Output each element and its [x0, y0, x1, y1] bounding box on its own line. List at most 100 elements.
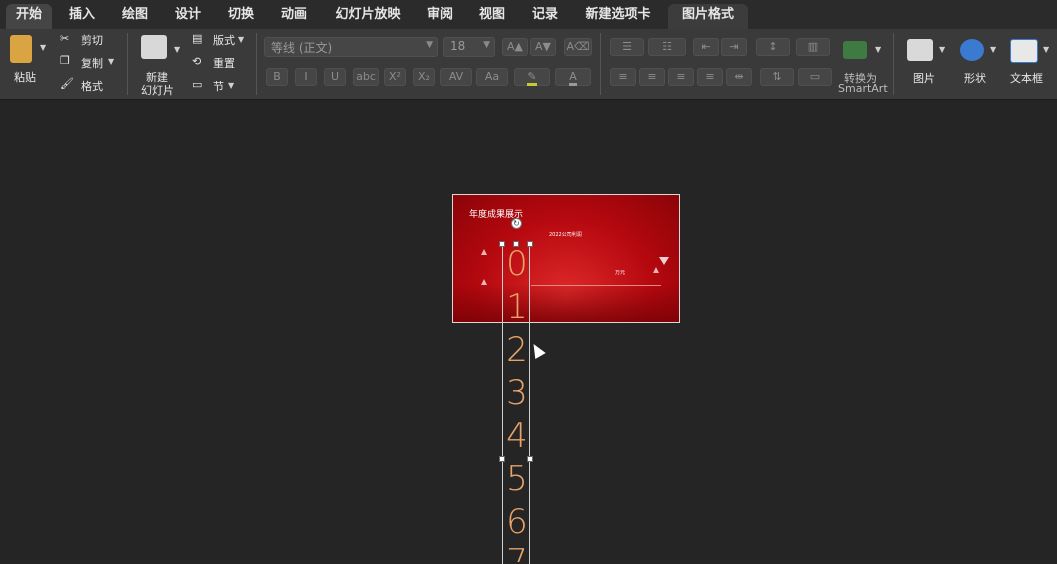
tab-review[interactable]: 审阅: [417, 4, 463, 29]
tab-picture-format[interactable]: 图片格式: [668, 4, 748, 29]
digit-0: 0: [506, 244, 528, 284]
shape-label[interactable]: 形状: [964, 70, 986, 86]
slide-unit: 万元: [615, 270, 626, 276]
tab-design[interactable]: 设计: [165, 4, 211, 29]
chevron-down-icon: ▼: [426, 40, 433, 50]
distributed-icon[interactable]: ⇹: [726, 68, 752, 86]
bold-button[interactable]: B: [266, 68, 288, 86]
increase-indent-icon[interactable]: ⇥: [721, 38, 747, 56]
section-icon[interactable]: ▭: [192, 78, 202, 91]
slide-thumbnail[interactable]: 年度成果展示 2022公司利润 万元: [452, 194, 680, 323]
shape-dropdown-icon[interactable]: ▼: [990, 45, 996, 54]
digit-4: 4: [506, 416, 528, 456]
italic-button[interactable]: I: [295, 68, 317, 86]
underline-button[interactable]: U: [324, 68, 346, 86]
new-slide-dropdown-icon[interactable]: ▼: [174, 45, 180, 54]
triangle-decoration-icon: [481, 279, 487, 285]
numbering-icon[interactable]: ☷: [648, 38, 686, 56]
picture-dropdown-icon[interactable]: ▼: [939, 45, 945, 54]
digit-3: 3: [506, 373, 528, 413]
tab-new-tab[interactable]: 新建选项卡: [578, 4, 658, 29]
format-painter-icon[interactable]: 🖌: [60, 77, 74, 90]
font-family-select[interactable]: 等线 (正文) ▼: [264, 37, 438, 57]
char-spacing-button[interactable]: AV: [440, 68, 472, 86]
align-right-icon[interactable]: ≡: [668, 68, 694, 86]
strikethrough-button[interactable]: abc: [353, 68, 379, 86]
copy-label[interactable]: 复制: [81, 55, 103, 71]
tab-animations[interactable]: 动画: [271, 4, 317, 29]
textbox-icon[interactable]: [1010, 39, 1038, 63]
layout-label[interactable]: 版式: [213, 32, 235, 48]
digit-6: 6: [506, 502, 528, 542]
reset-icon[interactable]: ⟲: [192, 55, 201, 68]
separator: [600, 33, 601, 95]
font-size-value: 18: [450, 39, 466, 53]
change-case-button[interactable]: Aa: [476, 68, 508, 86]
resize-handle-top[interactable]: [513, 241, 519, 247]
digit-1: 1: [506, 287, 528, 327]
slide-divider: [531, 285, 661, 286]
tab-view[interactable]: 视图: [469, 4, 515, 29]
triangle-decoration-icon: [481, 249, 487, 255]
smartart-dropdown-icon[interactable]: ▼: [875, 45, 881, 54]
shape-icon[interactable]: [960, 39, 984, 61]
textbox-dropdown-icon[interactable]: ▼: [1043, 45, 1049, 54]
chevron-down-icon: ▼: [483, 40, 490, 50]
clear-format-icon[interactable]: A⌫: [564, 38, 592, 56]
align-left-icon[interactable]: ≡: [610, 68, 636, 86]
tab-draw[interactable]: 绘图: [112, 4, 158, 29]
reset-label[interactable]: 重置: [213, 55, 235, 71]
tab-insert[interactable]: 插入: [59, 4, 105, 29]
text-direction-icon[interactable]: ⇅: [760, 68, 794, 86]
layout-dropdown-icon[interactable]: ▼: [238, 35, 244, 44]
line-spacing-icon[interactable]: ↕: [756, 38, 790, 56]
digit-strip-image[interactable]: 0 1 2 3 4 5 6 7: [502, 244, 530, 564]
bullets-icon[interactable]: ☰: [610, 38, 644, 56]
tab-record[interactable]: 记录: [522, 4, 568, 29]
rotate-handle-icon[interactable]: ↻: [511, 218, 522, 229]
resize-handle-right[interactable]: [527, 456, 533, 462]
resize-handle-top-left[interactable]: [499, 241, 505, 247]
decrease-font-icon[interactable]: A▼: [530, 38, 556, 56]
digit-7: 7: [506, 542, 528, 562]
justify-icon[interactable]: ≡: [697, 68, 723, 86]
paste-dropdown-icon[interactable]: ▼: [40, 43, 46, 52]
triangle-decoration-icon: [653, 267, 659, 273]
font-size-select[interactable]: 18 ▼: [443, 37, 495, 57]
convert-smartart-label-2[interactable]: SmartArt: [838, 82, 888, 95]
tab-transitions[interactable]: 切换: [218, 4, 264, 29]
layout-icon[interactable]: ▤: [192, 32, 202, 45]
tab-home[interactable]: 开始: [6, 4, 52, 29]
increase-font-icon[interactable]: A▲: [502, 38, 528, 56]
paste-label[interactable]: 粘贴: [14, 69, 36, 85]
smartart-icon[interactable]: [843, 41, 867, 59]
new-slide-label-2[interactable]: 幻灯片: [141, 82, 174, 98]
superscript-button[interactable]: X²: [384, 68, 406, 86]
picture-label[interactable]: 图片: [913, 70, 935, 86]
digit-2: 2: [506, 330, 528, 370]
format-painter-label[interactable]: 格式: [81, 78, 103, 94]
align-center-icon[interactable]: ≡: [639, 68, 665, 86]
highlight-button[interactable]: ✎: [514, 68, 550, 86]
resize-handle-top-right[interactable]: [527, 241, 533, 247]
separator: [127, 33, 128, 95]
paste-icon[interactable]: [10, 35, 32, 63]
resize-handle-left[interactable]: [499, 456, 505, 462]
separator: [256, 33, 257, 95]
copy-icon[interactable]: ❐: [60, 54, 70, 67]
new-slide-icon[interactable]: [141, 35, 167, 59]
font-color-button[interactable]: A: [555, 68, 591, 86]
font-family-value: 等线 (正文): [271, 41, 333, 55]
textbox-label[interactable]: 文本框: [1010, 70, 1043, 86]
section-label[interactable]: 节: [213, 78, 224, 94]
columns-icon[interactable]: ▥: [796, 38, 830, 56]
decrease-indent-icon[interactable]: ⇤: [693, 38, 719, 56]
cut-label[interactable]: 剪切: [81, 32, 103, 48]
copy-dropdown-icon[interactable]: ▼: [108, 57, 114, 66]
section-dropdown-icon[interactable]: ▼: [228, 81, 234, 90]
cut-icon[interactable]: ✂: [60, 32, 69, 45]
align-text-icon[interactable]: ▭: [798, 68, 832, 86]
subscript-button[interactable]: X₂: [413, 68, 435, 86]
picture-icon[interactable]: [907, 39, 933, 61]
tab-slideshow[interactable]: 幻灯片放映: [325, 4, 411, 29]
